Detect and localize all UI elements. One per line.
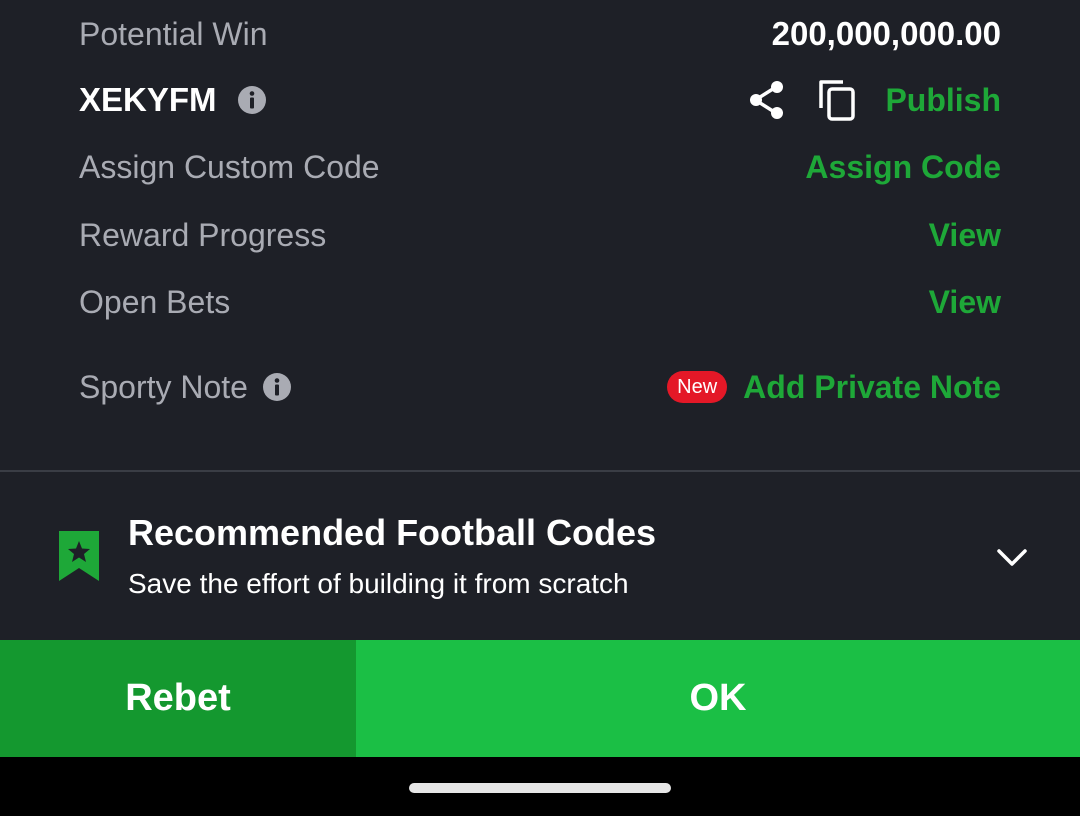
publish-link[interactable]: Publish <box>885 82 1001 119</box>
share-icon[interactable] <box>745 78 789 122</box>
potential-win-label: Potential Win <box>79 15 268 52</box>
booking-code: XEKYFM <box>79 81 217 118</box>
recommended-codes-subtitle: Save the effort of building it from scra… <box>128 568 629 599</box>
assign-code-link[interactable]: Assign Code <box>805 149 1001 186</box>
ok-button[interactable]: OK <box>356 640 1080 757</box>
add-private-note-link[interactable]: Add Private Note <box>743 369 1001 406</box>
rebet-button[interactable]: Rebet <box>0 640 356 757</box>
assign-custom-code-row: Assign Custom Code Assign Code <box>79 144 1001 190</box>
info-icon[interactable] <box>262 372 292 402</box>
open-bets-row: Open Bets View <box>79 279 1001 325</box>
bookmark-star-icon <box>58 530 100 582</box>
reward-progress-label: Reward Progress <box>79 216 327 253</box>
booking-code-row: XEKYFM Publish <box>79 76 1001 124</box>
system-nav-bar <box>0 757 1080 816</box>
sporty-note-label: Sporty Note <box>79 368 248 405</box>
open-bets-label: Open Bets <box>79 283 231 320</box>
sporty-note-group: Sporty Note <box>79 369 292 406</box>
recommended-codes-title: Recommended Football Codes <box>128 512 657 553</box>
reward-progress-view-link[interactable]: View <box>929 217 1001 254</box>
copy-icon[interactable] <box>815 78 859 122</box>
home-indicator[interactable] <box>409 783 671 793</box>
potential-win-row: Potential Win 200,000,000.00 <box>79 12 1001 56</box>
booking-code-group: XEKYFM <box>79 81 267 119</box>
sporty-note-row: Sporty Note New Add Private Note <box>79 364 1001 410</box>
chevron-down-icon[interactable] <box>994 540 1030 576</box>
action-bar: Rebet OK <box>0 640 1080 757</box>
recommended-codes-section[interactable]: Recommended Football Codes Save the effo… <box>0 472 1080 640</box>
new-badge: New <box>667 371 728 403</box>
assign-custom-code-label: Assign Custom Code <box>79 148 380 185</box>
bet-summary-screen: Potential Win 200,000,000.00 XEKYFM Publ… <box>0 0 1080 816</box>
info-icon[interactable] <box>237 85 267 115</box>
reward-progress-row: Reward Progress View <box>79 212 1001 258</box>
potential-win-value: 200,000,000.00 <box>771 15 1001 52</box>
booking-code-actions: Publish <box>745 78 1001 122</box>
sporty-note-actions: New Add Private Note <box>667 369 1001 406</box>
open-bets-view-link[interactable]: View <box>929 284 1001 321</box>
